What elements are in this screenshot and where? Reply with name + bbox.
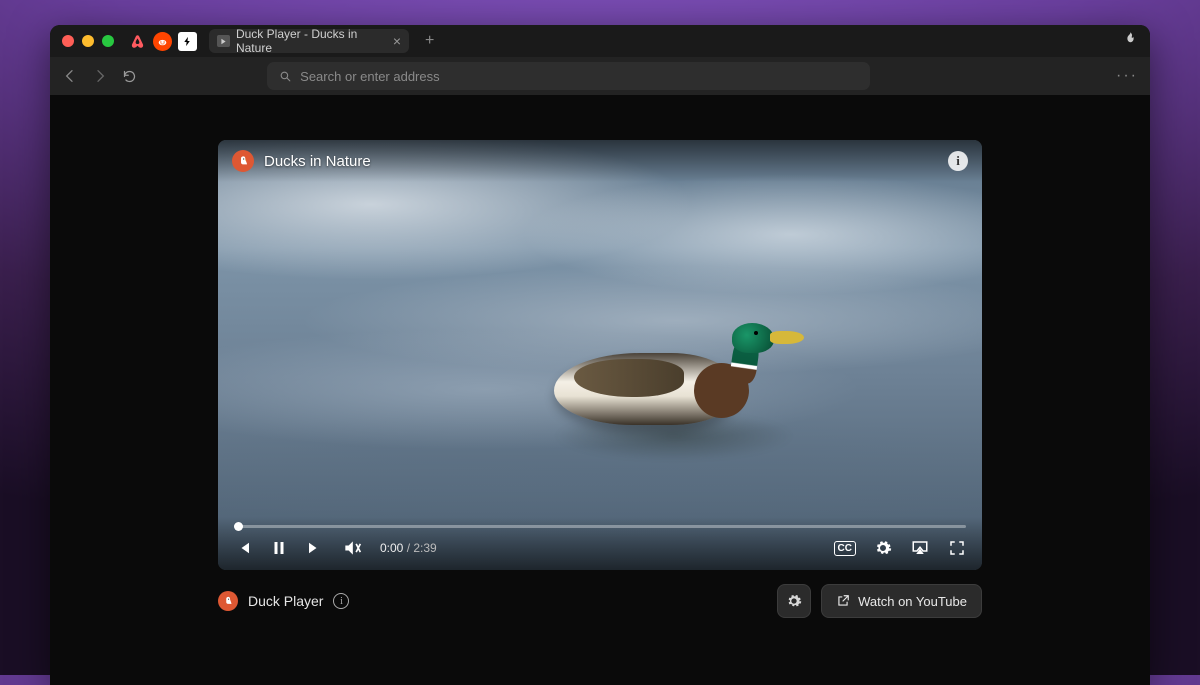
pause-button[interactable] <box>270 539 288 557</box>
ddg-logo-icon <box>232 150 254 172</box>
video-controls: 0:00 / 2:39 CC <box>234 538 966 558</box>
app-name-label: Duck Player <box>248 593 323 609</box>
airplay-button[interactable] <box>910 539 930 557</box>
address-bar[interactable]: Search or enter address <box>267 62 870 90</box>
captions-button[interactable]: CC <box>834 541 856 556</box>
search-icon <box>279 70 292 83</box>
watch-label: Watch on YouTube <box>858 594 967 609</box>
video-title: Ducks in Nature <box>264 153 371 170</box>
pinned-tab-reddit[interactable] <box>153 32 172 51</box>
app-info-button[interactable]: i <box>333 593 349 609</box>
titlebar: Duck Player - Ducks in Nature × + <box>50 25 1150 57</box>
close-window-button[interactable] <box>62 35 74 47</box>
reload-button[interactable] <box>122 69 137 84</box>
minimize-window-button[interactable] <box>82 35 94 47</box>
current-time: 0:00 <box>380 541 403 555</box>
seek-bar[interactable] <box>234 525 966 528</box>
ddg-logo-small-icon <box>218 591 238 611</box>
player-footer: Duck Player i Watch on YouTube <box>218 584 982 618</box>
page-content: Ducks in Nature i 0:00 / 2:39 CC <box>50 95 1150 685</box>
active-tab[interactable]: Duck Player - Ducks in Nature × <box>209 29 409 53</box>
tab-close-button[interactable]: × <box>393 33 401 49</box>
seek-knob[interactable] <box>234 522 243 531</box>
tab-bar: Duck Player - Ducks in Nature × + <box>128 29 434 53</box>
back-button[interactable] <box>62 68 78 84</box>
time-display: 0:00 / 2:39 <box>380 541 437 555</box>
video-overlay-top: Ducks in Nature i <box>218 140 982 182</box>
fullscreen-button[interactable] <box>948 539 966 557</box>
next-button[interactable] <box>306 539 324 557</box>
duck-illustration <box>554 325 814 455</box>
video-info-button[interactable]: i <box>948 151 968 171</box>
tab-title: Duck Player - Ducks in Nature <box>236 27 385 55</box>
duration: 2:39 <box>413 541 436 555</box>
play-icon <box>217 35 230 47</box>
browser-window: Duck Player - Ducks in Nature × + Search… <box>50 25 1150 685</box>
nav-toolbar: Search or enter address ··· <box>50 57 1150 95</box>
settings-button[interactable] <box>874 539 892 557</box>
video-overlay-bottom: 0:00 / 2:39 CC <box>218 517 982 570</box>
pinned-tab-airbnb[interactable] <box>128 32 147 51</box>
overflow-menu-button[interactable]: ··· <box>1116 67 1138 85</box>
forward-button[interactable] <box>92 68 108 84</box>
pinned-tab-app[interactable] <box>178 32 197 51</box>
fire-button[interactable] <box>1123 31 1138 51</box>
window-controls <box>62 35 114 47</box>
maximize-window-button[interactable] <box>102 35 114 47</box>
watch-on-youtube-button[interactable]: Watch on YouTube <box>821 584 982 618</box>
video-player: Ducks in Nature i 0:00 / 2:39 CC <box>218 140 982 618</box>
mute-button[interactable] <box>342 538 362 558</box>
video-area[interactable]: Ducks in Nature i 0:00 / 2:39 CC <box>218 140 982 570</box>
address-placeholder: Search or enter address <box>300 69 439 84</box>
new-tab-button[interactable]: + <box>425 32 434 50</box>
external-link-icon <box>836 594 850 608</box>
player-settings-button[interactable] <box>777 584 811 618</box>
video-frame <box>218 140 982 570</box>
previous-button[interactable] <box>234 539 252 557</box>
